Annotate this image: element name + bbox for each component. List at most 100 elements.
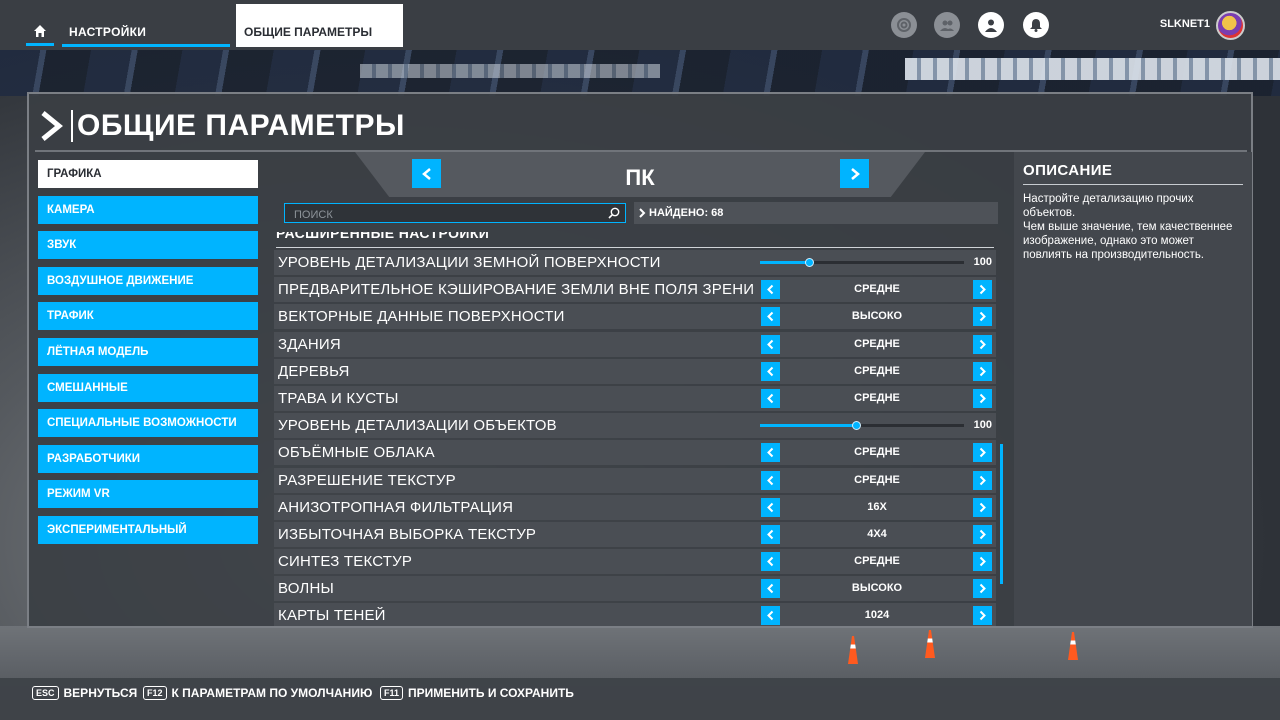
nav-item[interactable]: ЭКСПЕРИМЕНТАЛЬНЫЙ — [38, 515, 258, 544]
notifications-button[interactable] — [1023, 12, 1049, 38]
search-icon[interactable] — [608, 207, 620, 219]
chevron-right-icon — [979, 556, 986, 567]
reset-defaults-button[interactable]: F12 К ПАРАМЕТРАМ ПО УМОЛЧАНИЮ — [143, 686, 372, 700]
next-option-button[interactable] — [973, 606, 992, 626]
previous-option-button[interactable] — [761, 524, 780, 544]
setting-label: РАЗРЕШЕНИЕ ТЕКСТУР — [278, 471, 456, 489]
results-count: НАЙДЕНО: 68 — [634, 202, 998, 224]
setting-label: ВОЛНЫ — [278, 580, 334, 598]
setting-label: СИНТЕЗ ТЕКСТУР — [278, 553, 413, 571]
setting-slider[interactable] — [760, 421, 964, 431]
key-cap: F11 — [380, 686, 404, 700]
avatar[interactable] — [1216, 11, 1245, 40]
chevron-right-icon — [979, 393, 986, 404]
chevron-right-icon — [979, 611, 986, 621]
next-option-button[interactable] — [973, 552, 992, 572]
setting-row[interactable]: УРОВЕНЬ ДЕТАЛИЗАЦИИ ЗЕМНОЙ ПОВЕРХНОСТИ 10… — [274, 250, 996, 275]
back-button[interactable]: ESC ВЕРНУТЬСЯ — [32, 686, 137, 700]
title-divider — [71, 110, 73, 142]
platform-selector: ПК — [270, 152, 1011, 197]
setting-row[interactable]: ПРЕДВАРИТЕЛЬНОЕ КЭШИРОВАНИЕ ЗЕМЛИ ВНЕ ПО… — [274, 277, 996, 303]
description-panel: ОПИСАНИЕ Настройте детализацию прочих об… — [1014, 152, 1252, 626]
nav-item[interactable]: СМЕШАННЫЕ — [38, 373, 258, 402]
home-underline — [26, 43, 54, 46]
slider-handle[interactable] — [804, 258, 814, 267]
setting-row[interactable]: ВЕКТОРНЫЕ ДАННЫЕ ПОВЕРХНОСТИ ВЫСОКО — [274, 304, 996, 330]
next-option-button[interactable] — [973, 334, 992, 354]
chevron-left-icon — [767, 584, 774, 594]
setting-value: СРЕДНЕ — [854, 473, 900, 486]
activity-icon — [897, 18, 911, 32]
description-divider — [1023, 184, 1243, 185]
previous-option-button[interactable] — [761, 280, 780, 300]
setting-value: 100 — [973, 419, 992, 432]
setting-value: СРЕДНЕ — [854, 364, 900, 377]
previous-option-button[interactable] — [761, 443, 780, 463]
platform-prev-button[interactable] — [412, 159, 441, 188]
setting-value: ВЫСОКО — [851, 582, 903, 595]
nav-item[interactable]: РАЗРАБОТЧИКИ — [38, 444, 258, 473]
setting-row[interactable]: СИНТЕЗ ТЕКСТУР СРЕДНЕ — [274, 549, 996, 575]
setting-label: ВЕКТОРНЫЕ ДАННЫЕ ПОВЕРХНОСТИ — [278, 308, 565, 326]
setting-row[interactable]: ИЗБЫТОЧНАЯ ВЫБОРКА ТЕКСТУР 4X4 — [274, 521, 996, 547]
next-option-button[interactable] — [973, 470, 992, 490]
setting-slider[interactable] — [760, 258, 964, 267]
username[interactable]: SLKNET1 — [1140, 18, 1210, 30]
next-option-button[interactable] — [973, 280, 992, 300]
next-option-button[interactable] — [973, 307, 992, 327]
slider-fill — [760, 261, 809, 264]
friends-icon — [940, 20, 954, 31]
previous-option-button[interactable] — [761, 470, 780, 490]
setting-row[interactable]: ВОЛНЫ ВЫСОКО — [274, 576, 996, 602]
previous-option-button[interactable] — [761, 307, 780, 327]
apply-save-button[interactable]: F11 ПРИМЕНИТЬ И СОХРАНИТЬ — [380, 686, 574, 700]
platform-next-button[interactable] — [840, 159, 869, 188]
key-cap: ESC — [32, 686, 59, 700]
tab-underline — [62, 44, 230, 47]
next-option-button[interactable] — [973, 579, 992, 599]
setting-row[interactable]: УРОВЕНЬ ДЕТАЛИЗАЦИИ ОБЪЕКТОВ 100 — [274, 413, 996, 439]
previous-option-button[interactable] — [761, 606, 780, 626]
next-option-button[interactable] — [973, 497, 992, 517]
chevron-right-icon — [639, 208, 646, 218]
next-option-button[interactable] — [973, 388, 992, 408]
previous-option-button[interactable] — [761, 497, 780, 517]
previous-option-button[interactable] — [761, 388, 780, 408]
nav-item[interactable]: РЕЖИМ VR — [38, 480, 258, 509]
setting-row[interactable]: АНИЗОТРОПНАЯ ФИЛЬТРАЦИЯ 16X — [274, 494, 996, 520]
next-option-button[interactable] — [973, 361, 992, 381]
slider-handle[interactable] — [851, 421, 861, 431]
chevron-left-icon — [767, 312, 774, 322]
previous-option-button[interactable] — [761, 552, 780, 572]
setting-row[interactable]: РАЗРЕШЕНИЕ ТЕКСТУР СРЕДНЕ — [274, 467, 996, 493]
profile-button[interactable] — [978, 12, 1004, 38]
nav-item[interactable]: СПЕЦИАЛЬНЫЕ ВОЗМОЖНОСТИ — [38, 409, 258, 438]
setting-label: ДЕРЕВЬЯ — [278, 362, 350, 380]
previous-option-button[interactable] — [761, 579, 780, 599]
nav-item[interactable]: ТРАФИК — [38, 302, 258, 331]
friends-button[interactable] — [934, 12, 960, 38]
nav-item[interactable]: ЛЁТНАЯ МОДЕЛЬ — [38, 337, 258, 366]
search-input[interactable] — [284, 203, 626, 223]
nav-item[interactable]: КАМЕРА — [38, 195, 258, 224]
setting-row[interactable]: ЗДАНИЯ СРЕДНЕ — [274, 331, 996, 357]
tab-settings[interactable]: НАСТРОЙКИ — [62, 14, 230, 48]
next-option-button[interactable] — [973, 524, 992, 544]
setting-row[interactable]: КАРТЫ ТЕНЕЙ 1024 — [274, 603, 996, 626]
tab-general-settings[interactable]: ОБЩИЕ ПАРАМЕТРЫ — [236, 4, 403, 47]
setting-row[interactable]: ОБЪЁМНЫЕ ОБЛАКА СРЕДНЕ — [274, 440, 996, 466]
setting-row[interactable]: ДЕРЕВЬЯ СРЕДНЕ — [274, 358, 996, 384]
description-text: Настройте детализацию прочих объектов. Че… — [1023, 193, 1233, 261]
scrollbar-thumb[interactable] — [1000, 444, 1003, 584]
panel-header: ОБЩИЕ ПАРАМЕТРЫ — [35, 100, 1247, 152]
platform-label: ПК — [625, 165, 655, 190]
next-option-button[interactable] — [973, 443, 992, 463]
previous-option-button[interactable] — [761, 334, 780, 354]
setting-row[interactable]: ТРАВА И КУСТЫ СРЕДНЕ — [274, 385, 996, 411]
nav-item[interactable]: ЗВУК — [38, 231, 258, 260]
previous-option-button[interactable] — [761, 361, 780, 381]
activity-button[interactable] — [891, 12, 917, 38]
section-header-label: РАСШИРЕННЫЕ НАСТРОЙКИ — [276, 232, 490, 241]
nav-item[interactable]: ВОЗДУШНОЕ ДВИЖЕНИЕ — [38, 266, 258, 295]
nav-item[interactable]: ГРАФИКА — [38, 160, 258, 188]
